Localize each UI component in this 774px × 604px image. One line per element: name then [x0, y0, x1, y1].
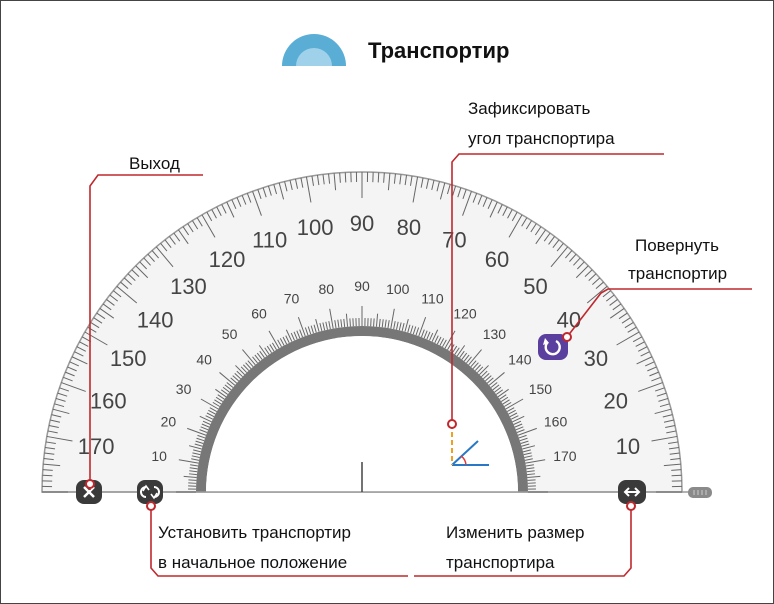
inner-scale-label: 80 — [318, 281, 334, 297]
outer-scale-label: 110 — [252, 227, 287, 252]
rotate-callout-line2: транспортир — [628, 264, 728, 283]
inner-scale-label: 130 — [483, 326, 507, 342]
fix-angle-callout-line1: Зафиксировать — [468, 99, 591, 118]
inner-scale-label: 100 — [386, 281, 410, 297]
rotate-callout-line1: Повернуть — [635, 236, 719, 255]
outer-scale-label: 80 — [397, 215, 421, 240]
inner-scale-label: 50 — [222, 326, 238, 342]
inner-scale-label: 140 — [508, 352, 532, 368]
inner-scale-label: 40 — [196, 352, 212, 368]
resize-button[interactable] — [618, 480, 646, 504]
outer-scale-label: 90 — [350, 211, 374, 236]
slider-handle-icon[interactable] — [688, 487, 712, 498]
inner-scale-label: 70 — [284, 290, 300, 306]
outer-scale-label: 70 — [442, 227, 466, 252]
fix-angle-callout-line2: угол транспортира — [468, 129, 615, 148]
outer-scale-label: 150 — [110, 346, 147, 371]
outer-scale-label: 160 — [90, 389, 127, 414]
inner-scale-label: 30 — [176, 381, 192, 397]
inner-scale-label: 150 — [529, 381, 553, 397]
outer-scale-label: 10 — [616, 434, 640, 459]
reset-callout-line1: Установить транспортир — [158, 523, 352, 542]
inner-scale-label: 20 — [161, 414, 177, 430]
resize-callout-line2: транспортира — [446, 553, 555, 572]
protractor[interactable]: 1020304050607080901001101201301401501601… — [0, 0, 774, 604]
inner-scale-label: 10 — [151, 448, 167, 464]
inner-scale-label: 160 — [544, 414, 568, 430]
inner-scale-label: 120 — [453, 306, 477, 322]
outer-scale-label: 120 — [209, 247, 246, 272]
reset-button[interactable] — [137, 480, 163, 504]
outer-scale-label: 60 — [485, 247, 509, 272]
outer-scale-label: 40 — [557, 307, 581, 332]
resize-callout-line1: Изменить размер — [446, 523, 585, 542]
outer-scale-label: 50 — [523, 274, 547, 299]
exit-callout-label: Выход — [129, 154, 180, 173]
inner-scale-label: 90 — [354, 278, 370, 294]
outer-scale-label: 140 — [137, 307, 174, 332]
inner-scale-label: 170 — [553, 448, 577, 464]
reset-callout-line2: в начальное положение — [158, 553, 348, 572]
inner-scale-label: 60 — [251, 306, 267, 322]
inner-scale-label: 110 — [421, 290, 444, 306]
outer-scale-label: 130 — [170, 274, 207, 299]
outer-scale-label: 20 — [603, 389, 627, 414]
outer-scale-label: 100 — [297, 215, 334, 240]
outer-scale-label: 170 — [78, 434, 115, 459]
outer-scale-label: 30 — [584, 346, 608, 371]
